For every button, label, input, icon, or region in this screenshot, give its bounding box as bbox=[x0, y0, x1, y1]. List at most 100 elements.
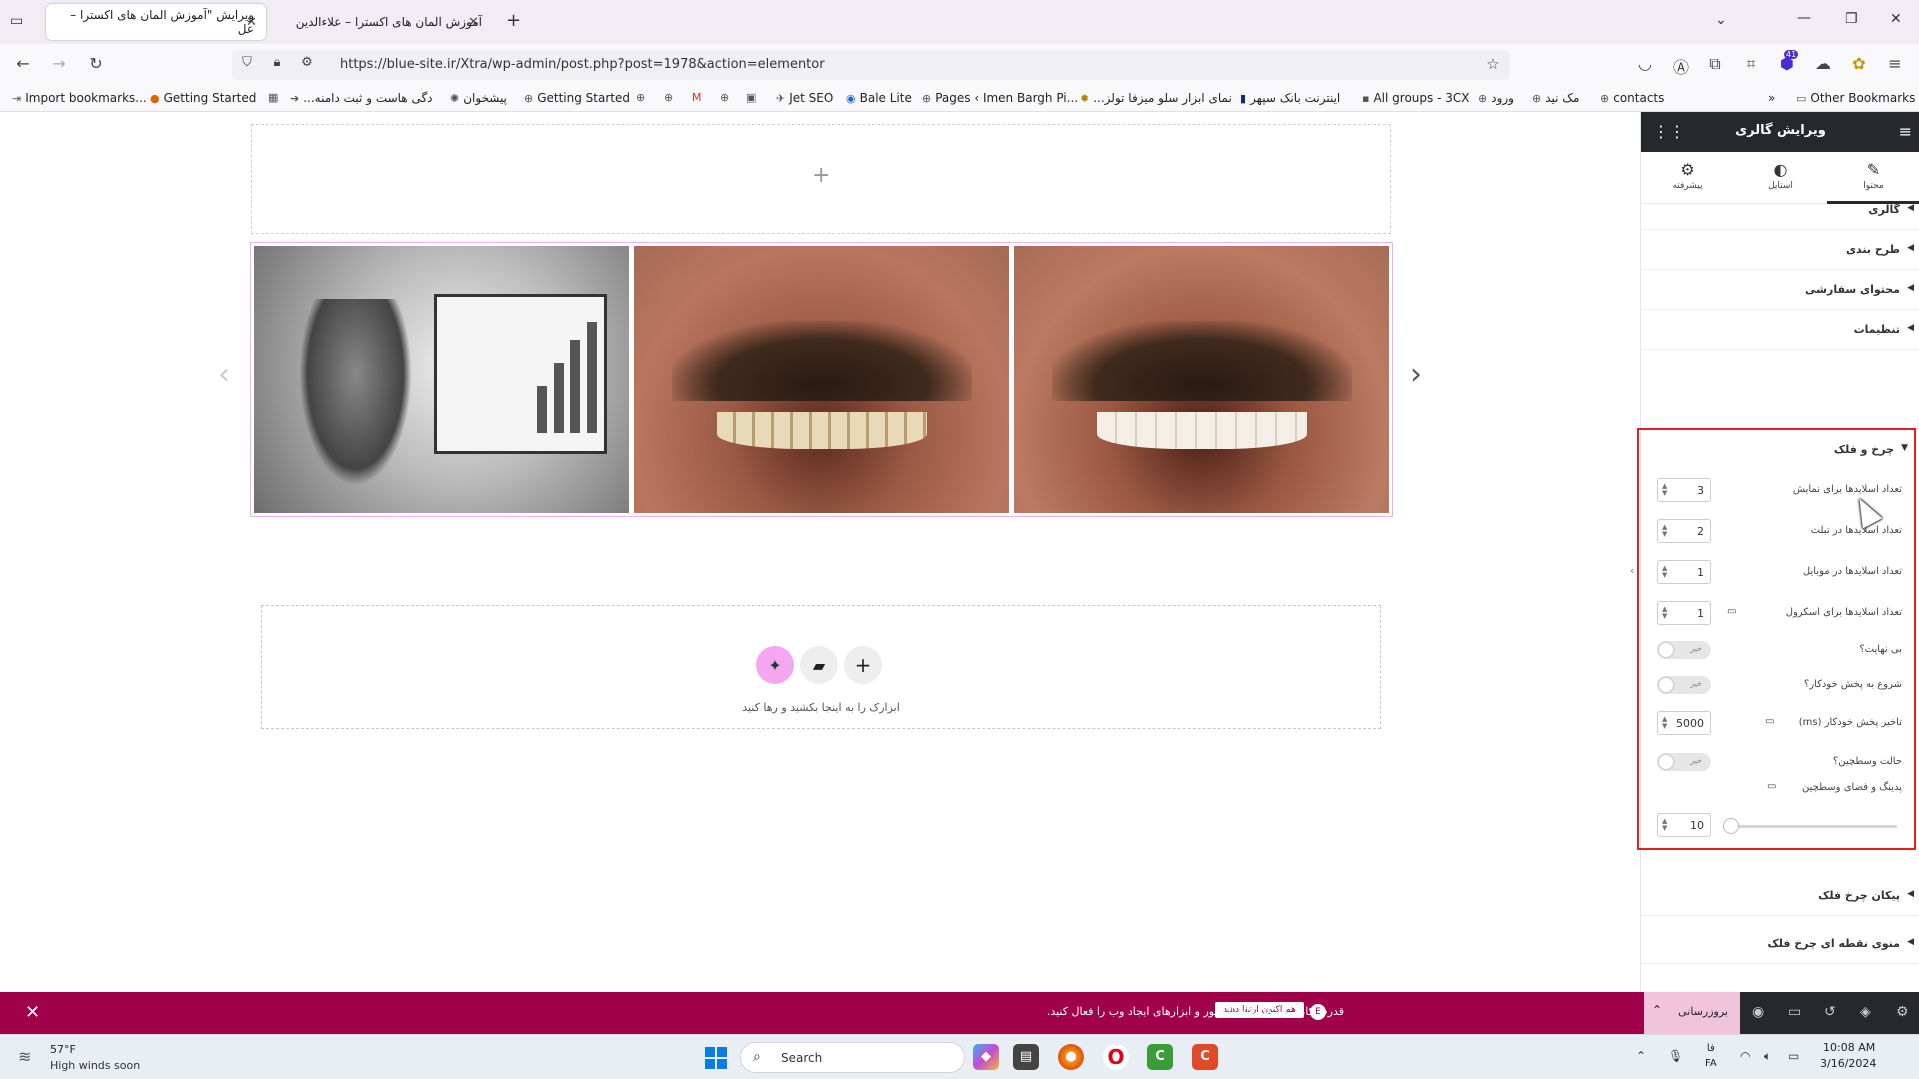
bookmark-item[interactable]: ✺ پیشخوان bbox=[450, 91, 507, 105]
stepper-icon[interactable]: ▲ ▼ bbox=[1662, 565, 1667, 579]
carousel-next-arrow[interactable]: › bbox=[1410, 357, 1422, 392]
lock-icon[interactable]: 🔒︎ bbox=[266, 55, 288, 70]
slider-handle[interactable] bbox=[1723, 818, 1739, 834]
restore-icon[interactable]: ❐ bbox=[1845, 11, 1858, 27]
responsive-icon[interactable]: ▭ bbox=[1788, 1004, 1801, 1020]
minimize-icon[interactable]: — bbox=[1797, 10, 1811, 26]
slides-tablet-input[interactable]: ▲ ▼ 2 bbox=[1657, 519, 1711, 543]
file-explorer-icon[interactable]: ▤ bbox=[1013, 1044, 1039, 1070]
section-carousel-arrows[interactable]: ◀ پیکان چرخ فلک bbox=[1641, 876, 1919, 916]
camtasia-green-icon[interactable]: C bbox=[1147, 1044, 1173, 1070]
bookmark-item[interactable]: ▣ bbox=[746, 91, 756, 104]
bookmark-item[interactable]: ✹ ...نمای ابزار سلو میزفا تولز bbox=[1080, 91, 1232, 105]
clock-time[interactable]: 10:08 AM bbox=[1823, 1041, 1875, 1054]
camtasia-red-icon[interactable]: C bbox=[1192, 1044, 1218, 1070]
close-icon[interactable]: ✕ bbox=[25, 1002, 40, 1023]
widgets-grid-icon[interactable]: ⋮⋮ bbox=[1653, 122, 1685, 141]
center-padding-slider[interactable] bbox=[1723, 825, 1897, 828]
bookmark-item[interactable]: ▪ All groups - 3CX bbox=[1362, 91, 1469, 105]
gear-icon[interactable]: ⚙ bbox=[1896, 1004, 1909, 1020]
stepper-icon[interactable]: ▲ ▼ bbox=[1662, 524, 1667, 538]
taskbar-search[interactable]: ⌕ Search bbox=[740, 1042, 965, 1073]
close-window-icon[interactable]: ✕ bbox=[1890, 11, 1902, 27]
slides-mobile-input[interactable]: ▲ ▼ 1 bbox=[1657, 560, 1711, 584]
tray-overflow-icon[interactable]: ⌃ bbox=[1636, 1049, 1646, 1063]
chevron-down-icon[interactable]: ⌄ bbox=[1715, 12, 1727, 28]
close-icon[interactable]: ✕ bbox=[246, 15, 257, 30]
other-bookmarks[interactable]: ▭ Other Bookmarks bbox=[1796, 91, 1915, 105]
bookmark-item[interactable]: ▮ اینترنت بانک سپهر bbox=[1240, 91, 1340, 105]
copilot-icon[interactable]: ◆ bbox=[973, 1044, 999, 1070]
bookmark-item[interactable]: ◉ Bale Lite bbox=[846, 91, 912, 105]
section-carousel-dots[interactable]: ◀ منوی نقطه ای چرخ فلک bbox=[1641, 924, 1919, 964]
language-indicator[interactable]: فا FA bbox=[1705, 1041, 1717, 1071]
microphone-icon[interactable]: 🎙︎ bbox=[1668, 1049, 1683, 1063]
permissions-icon[interactable]: ⚙ bbox=[296, 55, 318, 70]
monitor-icon[interactable]: ▭ bbox=[1727, 606, 1736, 617]
drop-area[interactable]: ✦ ▰ + ابزارک را به اینجا بکشید و رها کنی… bbox=[261, 605, 1381, 729]
section-carousel-header[interactable]: ▼ چرخ و فلک bbox=[1639, 430, 1914, 470]
new-tab-button[interactable]: + bbox=[506, 10, 521, 31]
carousel-prev-arrow[interactable]: ‹ bbox=[218, 357, 230, 392]
center-padding-input[interactable]: ▲ ▼ 10 bbox=[1657, 813, 1711, 837]
bookmark-item[interactable]: ✈ Jet SEO bbox=[776, 91, 833, 105]
section-gallery[interactable]: ◀ گالری bbox=[1641, 190, 1919, 230]
wind-icon[interactable]: ≋ bbox=[18, 1047, 31, 1066]
bookmark-item[interactable]: ⊕ مک نید bbox=[1532, 91, 1579, 105]
cloud-icon[interactable]: ☁ bbox=[1812, 54, 1834, 73]
empty-section[interactable]: + bbox=[251, 124, 1391, 234]
volume-icon[interactable]: 🔈︎ bbox=[1764, 1049, 1771, 1064]
infinite-toggle[interactable]: خیر bbox=[1657, 641, 1711, 659]
panel-collapse-icon[interactable]: ‹ bbox=[1630, 564, 1634, 577]
bookmark-item[interactable]: ⊕ contacts bbox=[1600, 91, 1664, 105]
gallery-carousel[interactable] bbox=[250, 242, 1393, 517]
crop-icon[interactable]: ⌗ bbox=[1740, 54, 1762, 74]
center-mode-toggle[interactable]: خیر bbox=[1657, 753, 1711, 771]
bookmark-item[interactable]: M bbox=[692, 91, 702, 104]
weather-description[interactable]: High winds soon bbox=[50, 1059, 140, 1072]
shield-icon[interactable]: ⛉ bbox=[236, 55, 258, 70]
account-icon[interactable]: Ⓐ bbox=[1670, 54, 1692, 78]
bookmark-item[interactable]: ➔ ...دگی هاست و ثبت دامنه bbox=[290, 91, 433, 105]
bookmark-item[interactable]: ⊕ Getting Started bbox=[524, 91, 630, 105]
bookmark-item[interactable]: ● Getting Started bbox=[150, 91, 256, 105]
menu-icon[interactable]: ≡ bbox=[1884, 54, 1906, 73]
stepper-icon[interactable]: ▲ ▼ bbox=[1662, 818, 1667, 832]
stepper-icon[interactable]: ▲ ▼ bbox=[1662, 716, 1667, 730]
start-button[interactable] bbox=[705, 1047, 727, 1069]
bookmark-item[interactable]: ▦ bbox=[268, 91, 278, 104]
tab-elementor-edit[interactable]: ویرایش "آموزش المان های اکسترا – عل ✕ bbox=[46, 4, 266, 40]
firefox-icon[interactable]: ● bbox=[1058, 1044, 1084, 1070]
clock-date[interactable]: 3/16/2024 bbox=[1820, 1057, 1876, 1070]
address-bar[interactable]: ⛉ 🔒︎ ⚙ https://blue-site.ir/Xtra/wp-admi… bbox=[232, 50, 1510, 80]
history-icon[interactable]: ↺ bbox=[1824, 1004, 1836, 1020]
bookmark-item[interactable]: ⊕ bbox=[720, 91, 729, 104]
forward-icon[interactable]: → bbox=[48, 54, 70, 73]
monitor-icon[interactable]: ▭ bbox=[1767, 781, 1776, 792]
back-icon[interactable]: ← bbox=[12, 54, 34, 73]
monitor-icon[interactable]: ▭ bbox=[1765, 716, 1774, 727]
stepper-icon[interactable]: ▲ ▼ bbox=[1662, 606, 1667, 620]
chevron-up-icon[interactable]: ⌃ bbox=[1652, 1003, 1662, 1017]
slides-to-show-input[interactable]: ▲ ▼ 3 bbox=[1657, 478, 1711, 502]
bookmark-star-icon[interactable]: ☆ bbox=[1482, 55, 1504, 73]
battery-icon[interactable]: ▭ bbox=[1788, 1049, 1799, 1063]
pocket-icon[interactable]: ◡ bbox=[1634, 54, 1656, 73]
tab-list-icon[interactable]: ▭ bbox=[10, 13, 23, 29]
template-folder-button[interactable]: ▰ bbox=[800, 646, 838, 684]
preview-eye-icon[interactable]: ◉ bbox=[1752, 1004, 1764, 1020]
extensions-icon[interactable]: ⧉ bbox=[1704, 54, 1726, 74]
reload-icon[interactable]: ↻ bbox=[85, 54, 107, 73]
update-button[interactable]: بروزرسانی ⌃ bbox=[1644, 992, 1740, 1034]
bookmark-item[interactable]: ⊕ ورود bbox=[1478, 91, 1514, 105]
section-layout[interactable]: ◀ طرح بندی bbox=[1641, 230, 1919, 270]
stepper-icon[interactable]: ▲ ▼ bbox=[1662, 483, 1667, 497]
add-section-button[interactable]: + bbox=[844, 646, 882, 684]
opera-icon[interactable]: O bbox=[1103, 1044, 1129, 1070]
section-settings[interactable]: ◀ تنظیمات bbox=[1641, 310, 1919, 350]
bookmark-item[interactable]: ⊕ bbox=[636, 91, 645, 104]
ai-sparkle-button[interactable]: ✦ bbox=[756, 646, 794, 684]
close-icon[interactable]: ✕ bbox=[468, 15, 479, 30]
layers-icon[interactable]: ◈ bbox=[1860, 1004, 1871, 1020]
tab-site-page[interactable]: آموزش المان های اکسترا – علاءالدین ✕ bbox=[272, 4, 494, 40]
